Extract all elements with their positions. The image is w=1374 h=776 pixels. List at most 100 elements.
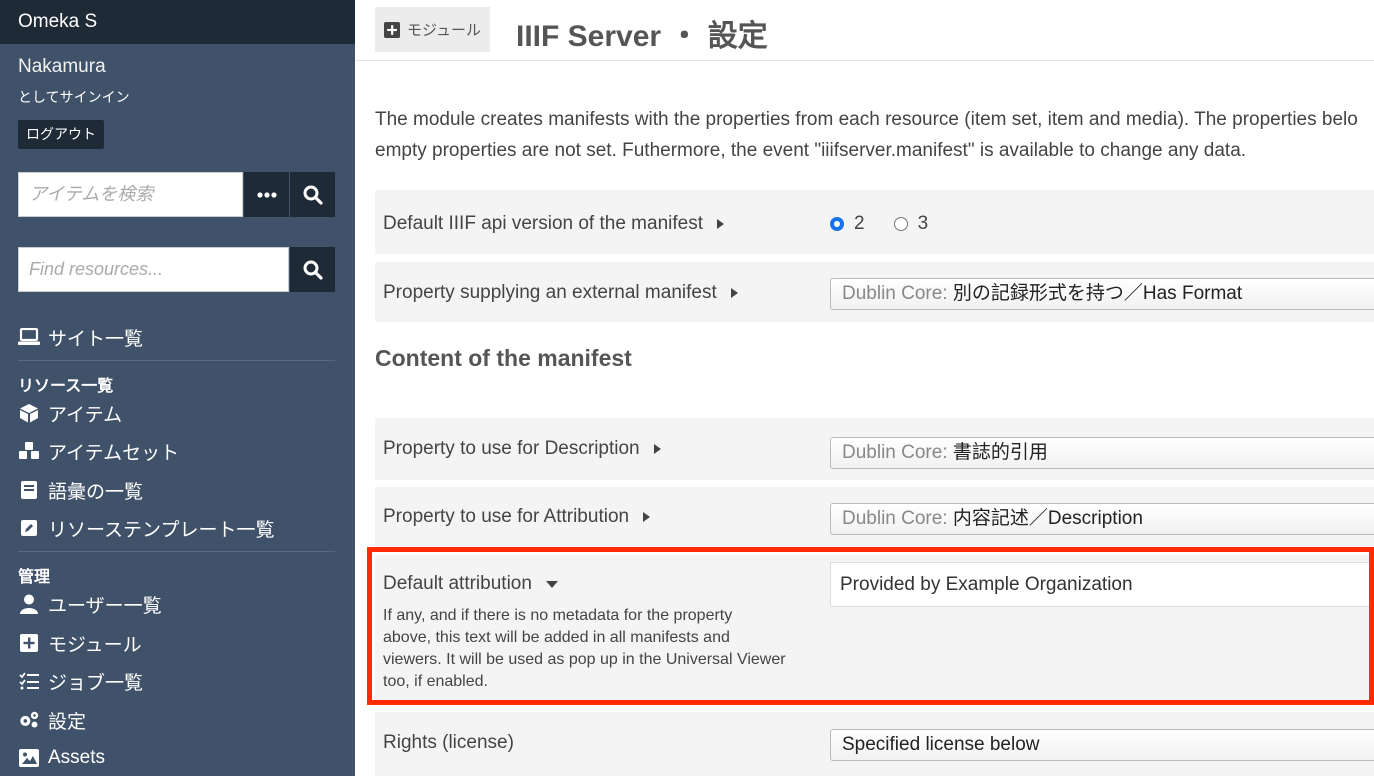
- field-description-property: Property to use for Description Dublin C…: [375, 418, 1374, 480]
- nav-assets-label: Assets: [48, 747, 106, 768]
- plus-square-icon: [18, 632, 40, 654]
- select-value: 内容記述／Description: [952, 508, 1143, 529]
- intro-line: empty properties are not set. Futhermore…: [375, 140, 1247, 161]
- plus-square-icon: [384, 21, 400, 38]
- select-value: 書誌的引用: [952, 442, 1048, 463]
- attribution-property-select[interactable]: Dublin Core: 内容記述／Description: [830, 503, 1374, 535]
- caret-right-icon: [730, 288, 738, 298]
- nav-sites[interactable]: サイト一覧: [18, 324, 143, 350]
- field-help-text: If any, and if there is no metadata for …: [383, 605, 813, 693]
- vocab-prefix: Dublin Core:: [842, 283, 948, 304]
- ellipsis-icon: [256, 191, 277, 198]
- page-header: モジュール IIIF Server ・ 設定: [355, 0, 1374, 61]
- nav-item-sets-label: アイテムセット: [48, 442, 180, 464]
- resource-search-button[interactable]: [290, 247, 335, 292]
- help-line: If any, and if there is no metadata for …: [383, 607, 733, 624]
- nav-divider: [18, 360, 335, 361]
- nav-vocabularies[interactable]: 語彙の一覧: [18, 477, 143, 503]
- field-label-text: Property to use for Attribution: [383, 506, 630, 527]
- user-icon: [18, 593, 40, 615]
- section-title: Content of the manifest: [375, 345, 632, 371]
- nav-heading-admin: 管理: [18, 569, 51, 586]
- nav-items[interactable]: アイテム: [18, 400, 122, 426]
- nav-resource-templates-label: リソーステンプレート一覧: [48, 519, 275, 541]
- field-rights: Rights (license) Specified license below: [375, 712, 1374, 776]
- brand-link[interactable]: Omeka S: [0, 0, 355, 44]
- resource-search-input[interactable]: [18, 247, 289, 292]
- tasks-list-icon: [18, 670, 40, 692]
- field-label-text: Property supplying an external manifest: [383, 282, 717, 303]
- edit-square-icon: [18, 517, 40, 539]
- field-label-toggle[interactable]: Property supplying an external manifest: [383, 282, 738, 304]
- rights-select[interactable]: Specified license below: [830, 729, 1374, 761]
- api-version-radio-group: 2 3: [830, 213, 957, 235]
- nav-users-label: ユーザー一覧: [48, 595, 162, 617]
- logout-button[interactable]: ログアウト: [18, 120, 104, 149]
- radio-label: 3: [917, 213, 929, 234]
- page-title: IIIF Server ・ 設定: [516, 20, 768, 53]
- nav-modules-label: モジュール: [48, 634, 142, 656]
- item-search-input[interactable]: [18, 172, 243, 217]
- breadcrumb-modules[interactable]: モジュール: [375, 7, 490, 52]
- nav-settings[interactable]: 設定: [18, 707, 86, 733]
- vocab-prefix: Dublin Core:: [842, 508, 948, 529]
- description-property-select[interactable]: Dublin Core: 書誌的引用: [830, 437, 1374, 469]
- nav-users[interactable]: ユーザー一覧: [18, 591, 162, 617]
- field-external-manifest: Property supplying an external manifest …: [375, 262, 1374, 322]
- field-attribution-property: Property to use for Attribution Dublin C…: [375, 487, 1374, 549]
- field-label-text: Rights (license): [383, 732, 514, 753]
- nav-resource-templates[interactable]: リソーステンプレート一覧: [18, 515, 274, 541]
- field-label-toggle[interactable]: Default IIIF api version of the manifest: [383, 213, 724, 235]
- user-name-link[interactable]: Nakamura: [18, 56, 106, 78]
- cubes-icon: [18, 440, 40, 462]
- nav-items-label: アイテム: [48, 404, 123, 426]
- vocab-prefix: Dublin Core:: [842, 442, 948, 463]
- select-value: Specified license below: [842, 734, 1040, 755]
- default-attribution-input[interactable]: [830, 562, 1370, 607]
- intro-text: The module creates manifests with the pr…: [375, 104, 1374, 166]
- nav-assets[interactable]: Assets: [18, 745, 105, 771]
- caret-down-icon: [545, 580, 558, 588]
- caret-right-icon: [717, 219, 724, 229]
- nav-jobs[interactable]: ジョブ一覧: [18, 668, 143, 694]
- signed-in-text: としてサインイン: [18, 89, 130, 105]
- main-content: モジュール IIIF Server ・ 設定 The module create…: [355, 0, 1374, 776]
- nav-item-sets[interactable]: アイテムセット: [18, 438, 179, 464]
- book-icon: [18, 479, 40, 501]
- help-line: viewers. It will be used as pop up in th…: [383, 651, 786, 668]
- help-line: above, this text will be added in all ma…: [383, 629, 730, 646]
- image-icon: [18, 747, 40, 769]
- nav-divider: [18, 551, 335, 552]
- breadcrumb-label: モジュール: [407, 22, 481, 39]
- search-icon: [303, 185, 323, 205]
- advanced-search-button[interactable]: [244, 172, 289, 217]
- field-api-version: Default IIIF api version of the manifest…: [375, 190, 1374, 254]
- sidebar: Omeka S Nakamura としてサインイン ログアウト サイト一覧 リソ…: [0, 0, 355, 776]
- nav-settings-label: 設定: [48, 711, 87, 733]
- item-search-button[interactable]: [290, 172, 335, 217]
- select-value: 別の記録形式を持つ／Has Format: [952, 283, 1243, 304]
- intro-line: The module creates manifests with the pr…: [375, 109, 1358, 130]
- cube-icon: [18, 402, 40, 424]
- nav-modules[interactable]: モジュール: [18, 630, 142, 656]
- external-manifest-select[interactable]: Dublin Core: 別の記録形式を持つ／Has Format: [830, 278, 1374, 310]
- caret-right-icon: [653, 444, 661, 454]
- nav-vocabularies-label: 語彙の一覧: [48, 481, 144, 503]
- radio-version-3[interactable]: [893, 217, 908, 231]
- field-label-toggle[interactable]: Property to use for Attribution: [383, 506, 651, 528]
- field-label-toggle[interactable]: Property to use for Description: [383, 438, 661, 460]
- laptop-icon: [18, 326, 40, 348]
- help-line: too, if enabled.: [383, 673, 488, 690]
- field-label-text: Property to use for Description: [383, 438, 640, 459]
- radio-version-2[interactable]: [830, 217, 844, 231]
- search-icon: [303, 260, 323, 280]
- item-search-form: [18, 172, 335, 217]
- cogs-icon: [18, 709, 40, 731]
- field-label-text: Default IIIF api version of the manifest: [383, 213, 703, 234]
- radio-label: 2: [854, 213, 865, 234]
- caret-right-icon: [643, 512, 651, 522]
- field-default-attribution: Default attribution If any, and if there…: [375, 555, 1374, 700]
- field-label-toggle[interactable]: Default attribution: [383, 573, 558, 595]
- nav-jobs-label: ジョブ一覧: [48, 672, 144, 694]
- field-label-text: Default attribution: [383, 573, 532, 594]
